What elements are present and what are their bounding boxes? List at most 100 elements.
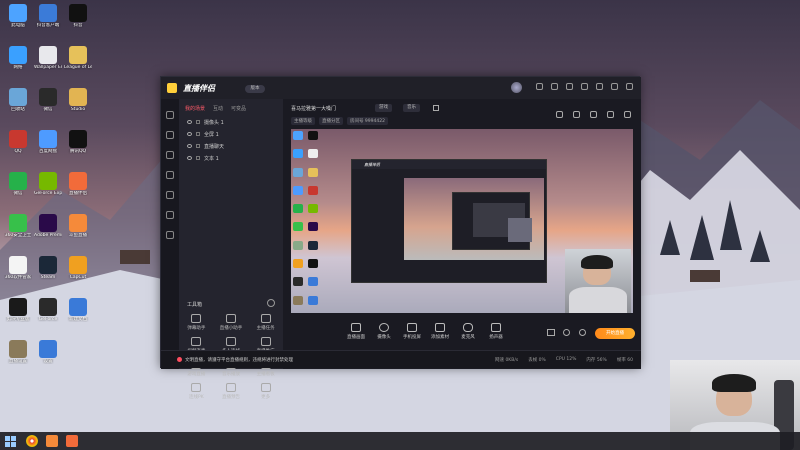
- source-item[interactable]: 文本 1: [179, 152, 283, 164]
- app-icon: [39, 130, 57, 148]
- version-badge[interactable]: 版本: [245, 85, 265, 93]
- toolbox-item[interactable]: 直播小助手: [214, 314, 249, 331]
- control-speaker[interactable]: 扬声器: [483, 323, 509, 340]
- start-live-button[interactable]: 开始直播: [595, 328, 635, 339]
- eye-icon[interactable]: [187, 156, 192, 160]
- room-title[interactable]: 喜马拉雅第一大嗓门: [291, 105, 336, 112]
- maximize-icon[interactable]: [611, 83, 618, 90]
- lock-icon[interactable]: [196, 156, 200, 160]
- stream-preview[interactable]: 直播伴侣: [291, 129, 633, 313]
- shop-icon[interactable]: [573, 111, 580, 118]
- nav-gift-icon[interactable]: [166, 211, 174, 219]
- settings-icon[interactable]: [607, 111, 614, 118]
- tab-variable[interactable]: 可变品: [231, 105, 246, 112]
- desktop-icon[interactable]: 抖音客户端: [34, 4, 62, 28]
- desktop-icon[interactable]: 此电脑: [4, 4, 32, 28]
- nav-fans-icon[interactable]: [166, 171, 174, 179]
- control-microphone[interactable]: 麦克风: [455, 323, 481, 340]
- desktop-icon[interactable]: 回收站: [4, 88, 32, 112]
- toolbox-item[interactable]: 弹幕助手: [179, 314, 214, 331]
- settings-icon[interactable]: [536, 83, 543, 90]
- desktop-icon-label: GeForce Experience: [34, 191, 62, 196]
- beauty-icon[interactable]: [563, 329, 570, 336]
- toolbox-more-icon[interactable]: [267, 299, 275, 307]
- desktop-icon[interactable]: 网络: [4, 46, 32, 70]
- desktop-icon[interactable]: 新建文档: [64, 298, 92, 322]
- tool-icon: [225, 383, 236, 392]
- nav-settings-icon[interactable]: [166, 231, 174, 239]
- desktop-icon[interactable]: GeForce Experience: [34, 172, 62, 196]
- windows-start-icon[interactable]: [4, 435, 16, 447]
- control-camera[interactable]: 摄像头: [371, 323, 397, 340]
- desktop-icon[interactable]: 抖音: [64, 4, 92, 28]
- category-tag[interactable]: 游戏: [375, 104, 392, 112]
- layout-icon[interactable]: [590, 111, 597, 118]
- desktop-icon-label: 网络: [13, 65, 23, 70]
- toolbox-item[interactable]: 更多: [248, 383, 283, 400]
- message-icon[interactable]: [551, 83, 558, 90]
- desktop-icon[interactable]: 剪映专业版: [4, 298, 32, 322]
- desktop-icon[interactable]: 直播伴侣: [64, 172, 92, 196]
- edit-icon[interactable]: [433, 105, 439, 111]
- desktop-icon[interactable]: Adobe Premiere: [34, 214, 62, 238]
- share-icon[interactable]: [624, 111, 631, 118]
- nav-shop-icon[interactable]: [166, 191, 174, 199]
- lock-icon[interactable]: [196, 120, 200, 124]
- desktop-icon[interactable]: QQ: [4, 130, 32, 154]
- nav-data-icon[interactable]: [166, 151, 174, 159]
- desktop-icon[interactable]: GeForce: [34, 298, 62, 322]
- minimize-icon[interactable]: [596, 83, 603, 90]
- control-screen[interactable]: 直播画面: [343, 323, 369, 340]
- source-item[interactable]: 摄像头 1: [179, 116, 283, 128]
- menu-icon[interactable]: [581, 83, 588, 90]
- desktop-icon[interactable]: 微信: [4, 172, 32, 196]
- toolbox-item[interactable]: 主播任务: [248, 314, 283, 331]
- desktop-icon[interactable]: Wallpaper Engine: [34, 46, 62, 70]
- chrome-taskbar-icon[interactable]: [26, 435, 38, 447]
- lock-icon[interactable]: [196, 132, 200, 136]
- desktop-icon[interactable]: Studio: [64, 88, 92, 112]
- desktop-icon[interactable]: 斗鱼直播: [64, 214, 92, 238]
- desktop-icon[interactable]: 360软件管家: [4, 256, 32, 280]
- gift-icon[interactable]: [556, 111, 563, 118]
- desktop-icon[interactable]: 微信: [34, 88, 62, 112]
- toolbox-item[interactable]: 直播预告: [214, 383, 249, 400]
- eye-icon[interactable]: [187, 120, 192, 124]
- desktop-icon[interactable]: CapCut: [64, 256, 92, 280]
- category-tag[interactable]: 音乐: [403, 104, 420, 112]
- source-item[interactable]: 直播聊天: [179, 140, 283, 152]
- nav-home-icon[interactable]: [166, 111, 174, 119]
- toolbox-item-label: 直播预告: [221, 395, 240, 400]
- nested-window-preview: 直播伴侣: [351, 159, 547, 283]
- tab-interaction[interactable]: 互动: [213, 105, 223, 112]
- desktop-icon[interactable]: 设置: [34, 340, 62, 364]
- feedback-icon[interactable]: [566, 83, 573, 90]
- control-add-source[interactable]: 添加素材: [427, 323, 453, 340]
- app-taskbar-icon[interactable]: [66, 435, 78, 447]
- live-companion-window[interactable]: 直播伴侣 版本 我的场景 互动 可变品 摄像头 1 全屏 1 直播聊天 文本 1…: [160, 76, 641, 400]
- camera-source-preview[interactable]: [565, 249, 631, 313]
- desktop-icon[interactable]: 百度网盘: [34, 130, 62, 154]
- desktop-icon[interactable]: League of Legends: [64, 46, 92, 70]
- eye-icon[interactable]: [187, 144, 192, 148]
- nav-live-icon[interactable]: [166, 131, 174, 139]
- desktop-icon[interactable]: 腾讯QQ: [64, 130, 92, 154]
- record-icon[interactable]: [547, 329, 555, 336]
- tool-icon: [225, 314, 236, 323]
- lock-icon[interactable]: [196, 144, 200, 148]
- control-phone-cast[interactable]: 手机投屏: [399, 323, 425, 340]
- desktop-icon[interactable]: 直播设置: [4, 340, 32, 364]
- window-titlebar[interactable]: 直播伴侣 版本: [161, 77, 641, 99]
- desktop-icon-label: 微信: [13, 191, 23, 196]
- toolbox-item[interactable]: 连线PK: [179, 383, 214, 400]
- desktop-icon-label: CapCut: [69, 275, 87, 280]
- close-icon[interactable]: [626, 83, 633, 90]
- settings-icon[interactable]: [579, 329, 586, 336]
- tab-my-scenes[interactable]: 我的场景: [185, 105, 205, 112]
- desktop-icon[interactable]: Steam: [34, 256, 62, 280]
- live-companion-taskbar-icon[interactable]: [46, 435, 58, 447]
- eye-icon[interactable]: [187, 132, 192, 136]
- user-avatar[interactable]: [511, 82, 522, 93]
- source-item[interactable]: 全屏 1: [179, 128, 283, 140]
- desktop-icon[interactable]: 360安全卫士: [4, 214, 32, 238]
